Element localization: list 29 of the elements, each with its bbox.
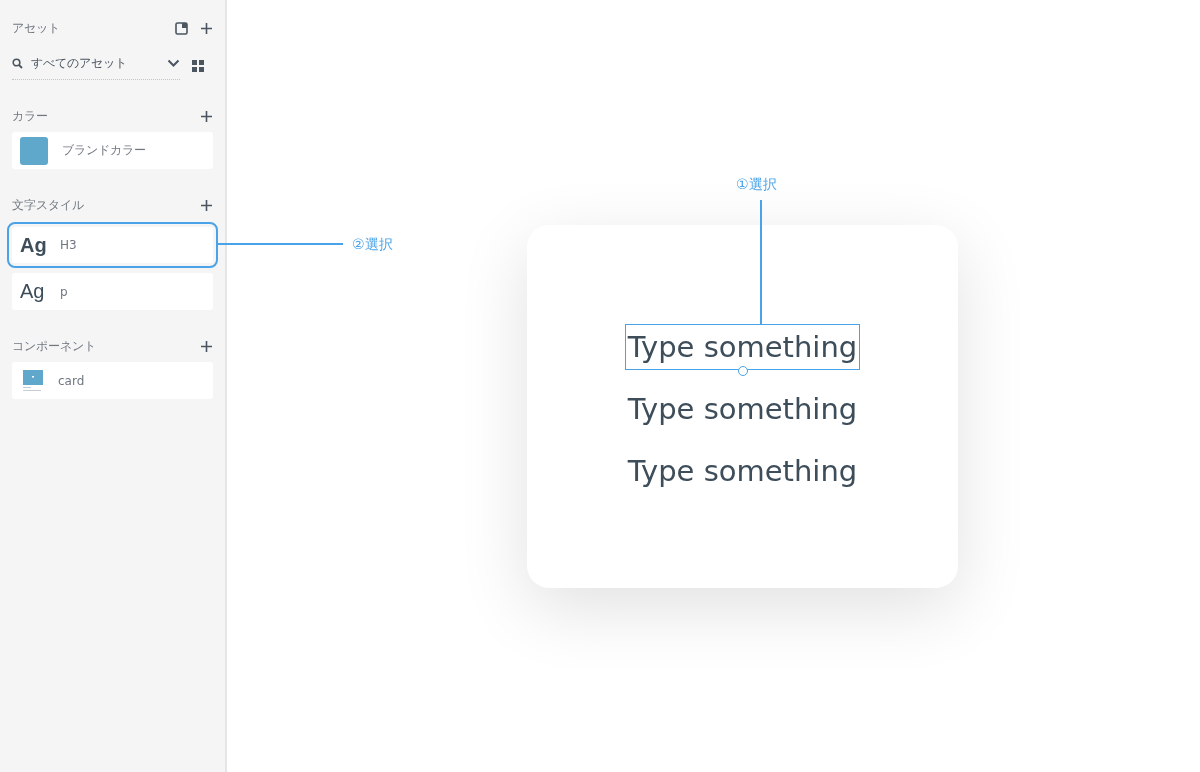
- item-label: H3: [60, 238, 77, 252]
- add-icon[interactable]: [200, 109, 213, 123]
- add-icon[interactable]: [200, 339, 213, 353]
- text-layer[interactable]: Type something: [624, 448, 861, 494]
- library-icon[interactable]: [175, 21, 188, 35]
- resize-handle[interactable]: [737, 366, 748, 376]
- section-title: カラー: [12, 107, 48, 125]
- add-icon[interactable]: [200, 21, 213, 35]
- annotation-label: ②選択: [352, 236, 393, 254]
- asset-item[interactable]: ブランドカラー: [12, 132, 213, 169]
- search-icon: [12, 57, 23, 69]
- item-label: p: [60, 284, 68, 299]
- search-field[interactable]: すべてのアセット: [31, 55, 159, 71]
- grid-view-icon[interactable]: [192, 60, 204, 72]
- annotation-label: ①選択: [736, 176, 777, 194]
- chevron-down-icon[interactable]: [167, 58, 180, 68]
- panel-title: アセット: [12, 19, 60, 37]
- add-icon[interactable]: [200, 198, 213, 212]
- section-title: コンポーネント: [12, 337, 96, 355]
- card-thumbnail-icon: [22, 368, 44, 393]
- text-layer[interactable]: Type something: [624, 324, 861, 370]
- section-title: 文字スタイル: [12, 196, 84, 214]
- asset-item[interactable]: Ag p: [12, 273, 213, 310]
- type-sample: Ag: [20, 233, 46, 257]
- asset-item[interactable]: card: [12, 362, 213, 399]
- text-layer[interactable]: Type something: [624, 386, 861, 432]
- item-label: ブランドカラー: [62, 142, 146, 159]
- type-sample: Ag: [20, 280, 46, 303]
- item-label: card: [58, 373, 85, 388]
